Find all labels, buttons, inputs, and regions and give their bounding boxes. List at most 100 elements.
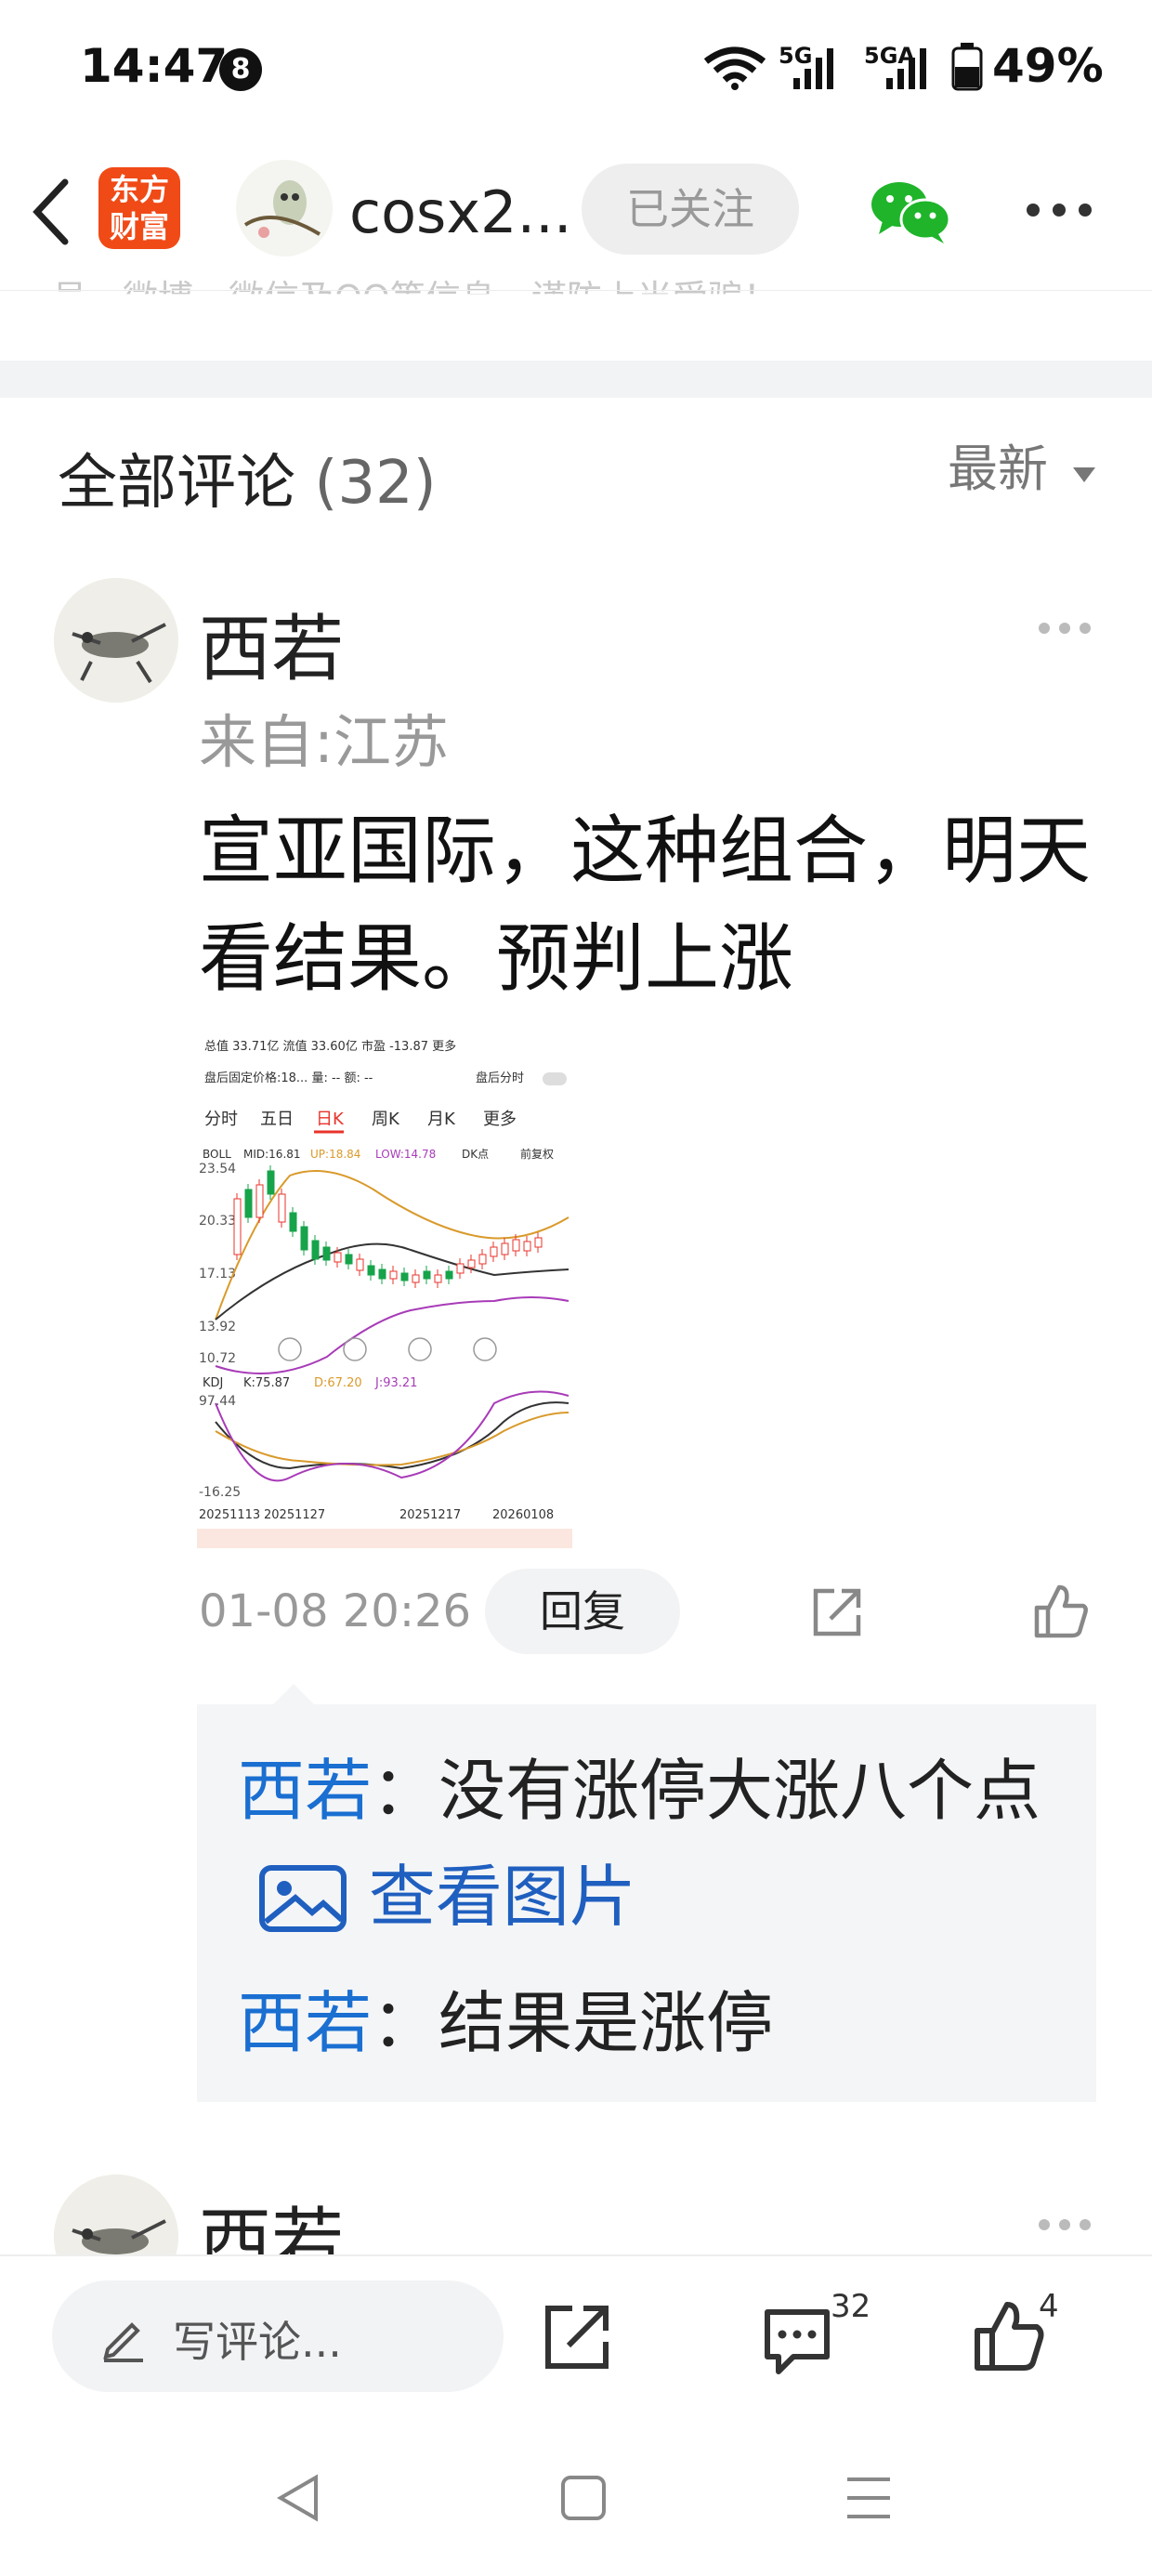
candle [490, 1246, 498, 1257]
price-tick: 13.92 [199, 1320, 236, 1334]
kdj-k-line [215, 1401, 569, 1470]
kdj-label: KDJ [203, 1376, 223, 1390]
price-y-ticks: 23.5420.3317.1313.9210.72 [199, 1162, 236, 1366]
reply-item[interactable]: 西若：没有涨停大涨八个点 查看图片 [238, 1738, 1074, 1950]
commenter-name[interactable]: 西若 [199, 2184, 344, 2254]
stock-tab: 日K [316, 1110, 345, 1129]
candle [311, 1240, 320, 1260]
header-divider [0, 290, 1152, 291]
like-icon[interactable] [972, 2299, 1046, 2373]
boll-mid: MID:16.81 [243, 1148, 301, 1161]
author-avatar[interactable] [236, 160, 333, 256]
commenter-avatar[interactable] [54, 578, 178, 703]
author-avatar-image [243, 180, 321, 238]
reply-item[interactable]: 西若：结果是涨停 [238, 1970, 1074, 2076]
comments-title: 全部评论 (32) [58, 435, 437, 520]
caret-down-icon [1073, 467, 1096, 482]
bottom-bar-divider [0, 2254, 1152, 2256]
commenter-avatar-image [54, 578, 178, 703]
chart-controls [278, 1337, 497, 1361]
stock-fixed-price: 盘后固定价格:18... 量: -- 额: -- [204, 1071, 373, 1085]
date-tick: 20260108 [492, 1508, 554, 1522]
like-icon[interactable] [1031, 1582, 1091, 1641]
candle [456, 1263, 465, 1274]
battery-percentage: 49% [992, 39, 1104, 93]
view-image-link[interactable]: 查看图片 [369, 1858, 636, 1936]
candle [300, 1226, 308, 1251]
reply-button[interactable]: 回复 [485, 1569, 680, 1654]
comment-more-icon[interactable] [1037, 621, 1093, 636]
candle [289, 1212, 297, 1232]
stock-after-hours: 盘后分时 [476, 1071, 524, 1085]
candle [534, 1237, 543, 1248]
candle [334, 1252, 342, 1263]
reply-user[interactable]: 西若 [238, 1984, 372, 2062]
candle [523, 1241, 531, 1252]
candle [345, 1254, 353, 1265]
signal-icon-2 [886, 48, 926, 89]
kdj-tick: -16.25 [199, 1485, 241, 1500]
more-icon[interactable] [1026, 199, 1093, 221]
stock-tab: 周K [372, 1110, 400, 1129]
candle [445, 1270, 453, 1280]
kdj-j: J:93.21 [374, 1376, 417, 1390]
image-bottom-strip [197, 1529, 572, 1548]
candle [322, 1246, 331, 1261]
price-tick: 20.33 [199, 1214, 236, 1229]
candle [501, 1242, 509, 1255]
pencil-icon [103, 2322, 143, 2362]
date-tick: 20251113 [199, 1508, 260, 1522]
boll-label: BOLL [203, 1148, 231, 1161]
back-arrow-icon[interactable] [28, 177, 74, 247]
nav-menu-icon[interactable] [844, 2474, 894, 2522]
logo-text-1: 东方 [109, 172, 169, 207]
reply-separator: ： [372, 1752, 439, 1830]
candle [367, 1265, 375, 1276]
date-tick: 20251217 [399, 1508, 461, 1522]
follow-button[interactable]: 已关注 [582, 164, 799, 255]
reply-box-arrow [273, 1684, 314, 1704]
nav-home-icon[interactable] [559, 2474, 608, 2522]
share-icon[interactable] [543, 2303, 611, 2372]
share-icon[interactable] [810, 1585, 864, 1639]
adjust-label: 前复权 [520, 1147, 554, 1161]
candle [412, 1274, 420, 1283]
wifi-icon [703, 46, 766, 90]
stock-tab: 月K [427, 1110, 456, 1129]
date-tick: 20251127 [264, 1508, 325, 1522]
nav-back-icon[interactable] [275, 2472, 321, 2524]
reply-text: 结果是涨停 [439, 1984, 774, 2062]
section-gap [0, 361, 1152, 398]
logo-text-2: 财富 [109, 209, 169, 244]
candle [467, 1259, 476, 1268]
candle [512, 1239, 520, 1252]
price-tick: 10.72 [199, 1351, 236, 1366]
candle [389, 1270, 398, 1280]
candle [278, 1193, 286, 1223]
sort-dropdown[interactable]: 最新 [948, 427, 1097, 501]
candle [356, 1258, 364, 1271]
wechat-icon[interactable] [870, 177, 951, 245]
price-tick: 23.54 [199, 1162, 236, 1176]
commenter-name[interactable]: 西若 [199, 591, 344, 695]
commenter-avatar[interactable] [54, 2175, 178, 2254]
image-icon[interactable] [258, 1862, 347, 1933]
comment-more-icon[interactable] [1037, 2217, 1093, 2232]
candle [233, 1198, 242, 1255]
comments-title-label: 全部评论 [58, 449, 295, 518]
comments-count: (32) [314, 449, 437, 518]
stock-chart-screenshot: 总值 33.71亿 流值 33.60亿 市盈 -13.87 更多 盘后固定价格:… [197, 1039, 572, 1548]
reply-user[interactable]: 西若 [238, 1752, 372, 1830]
stock-tab: 分时 [204, 1110, 238, 1129]
stock-top-row: 总值 33.71亿 流值 33.60亿 市盈 -13.87 更多 [204, 1039, 456, 1054]
comment-2-clip: 西若 [0, 2165, 1152, 2254]
candle [255, 1184, 264, 1218]
candle [434, 1274, 442, 1283]
author-name[interactable]: cosx2... [349, 178, 572, 246]
signal-icon [793, 48, 833, 89]
attached-image[interactable]: 总值 33.71亿 流值 33.60亿 市盈 -13.87 更多 盘后固定价格:… [197, 1032, 572, 1548]
status-time: 14:47 [80, 39, 229, 93]
comment-icon[interactable] [760, 2305, 834, 2377]
comment-timestamp: 01-08 20:26 [199, 1585, 472, 1637]
dk-label: DK点 [462, 1148, 489, 1161]
